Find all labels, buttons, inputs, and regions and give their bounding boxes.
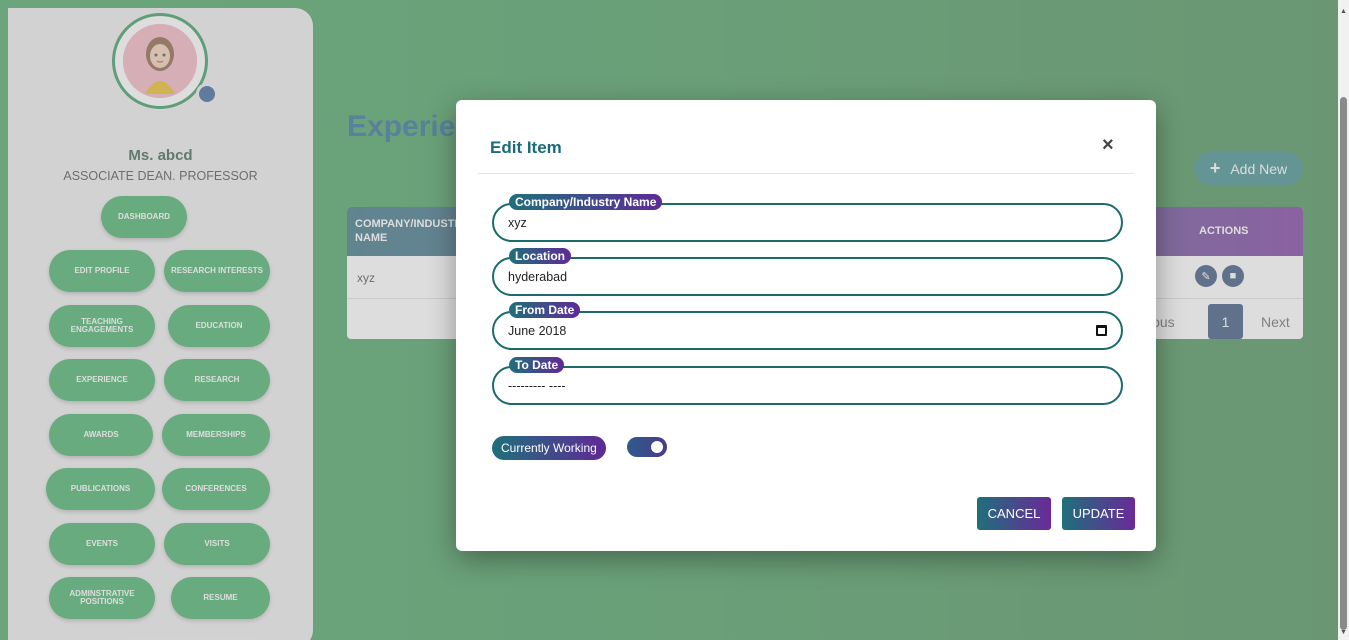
from-date-field[interactable]: From Date June 2018 <box>492 302 1123 350</box>
company-name-field[interactable]: Company/Industry Name xyz <box>492 194 1123 242</box>
update-button[interactable]: UPDATE <box>1062 497 1135 530</box>
modal-title: Edit Item <box>490 138 562 157</box>
page-scrollbar[interactable]: ▲ ▼ <box>1338 0 1349 640</box>
calendar-icon[interactable] <box>1096 325 1107 336</box>
location-field[interactable]: Location hyderabad <box>492 248 1123 296</box>
to-date-label: To Date <box>509 357 565 373</box>
currently-working-toggle[interactable] <box>627 437 667 457</box>
currently-working-label: Currently Working <box>492 436 606 460</box>
to-date-value: --------- ---- <box>508 379 566 393</box>
company-name-value: xyz <box>508 216 527 230</box>
company-name-label: Company/Industry Name <box>509 194 663 210</box>
from-date-value: June 2018 <box>508 324 567 338</box>
location-label: Location <box>509 248 571 264</box>
edit-item-modal: Edit Item × Company/Industry Name xyz Lo… <box>456 100 1156 551</box>
cancel-button[interactable]: CANCEL <box>977 497 1051 530</box>
from-date-label: From Date <box>509 302 581 318</box>
close-icon[interactable]: × <box>1102 134 1114 157</box>
app-background: Ms. abcd ASSOCIATE DEAN. PROFESSOR DASHB… <box>0 0 1338 640</box>
scroll-down-icon[interactable]: ▼ <box>1340 629 1347 636</box>
to-date-field[interactable]: To Date --------- ---- <box>492 357 1123 405</box>
scrollbar-thumb[interactable] <box>1340 97 1347 630</box>
toggle-knob <box>651 441 663 453</box>
modal-divider <box>478 173 1134 174</box>
location-value: hyderabad <box>508 270 568 284</box>
scroll-up-icon[interactable]: ▲ <box>1340 8 1347 15</box>
